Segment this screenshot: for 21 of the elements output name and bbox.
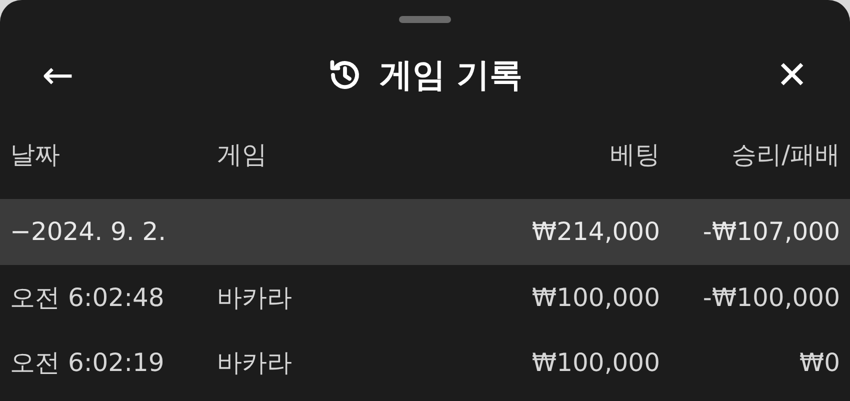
date-group-row[interactable]: −2024. 9. 2. ₩214,000 -₩107,000	[0, 199, 850, 265]
bet-total: ₩214,000	[532, 216, 660, 248]
close-button[interactable]: ✕	[776, 56, 808, 94]
drag-handle[interactable]	[399, 16, 451, 23]
bet-cell-text: ₩100,000	[532, 346, 660, 379]
result-cell-text: -₩100,000	[702, 282, 840, 314]
group-date: 2024. 9. 2.	[30, 217, 166, 246]
time-cell-text: 오전 6:02:19	[10, 346, 166, 379]
time-cell-text: 오전 6:02:48	[10, 282, 166, 314]
column-header: 베팅	[610, 139, 660, 172]
column-header: 날짜	[10, 139, 61, 172]
result-cell-text: ₩0	[799, 346, 840, 379]
sheet-title: 게임 기록	[379, 54, 523, 96]
game-cell-text: 바카라	[217, 346, 293, 379]
column-header: 게임	[217, 139, 268, 172]
game-cell-text: 바카라	[217, 282, 293, 314]
expand-toggle[interactable]: −	[10, 217, 31, 246]
result-total: -₩107,000	[702, 216, 840, 248]
bet-cell-text: ₩100,000	[532, 282, 660, 314]
back-button[interactable]: ←	[42, 56, 74, 94]
column-header: 승리/패배	[732, 139, 840, 172]
